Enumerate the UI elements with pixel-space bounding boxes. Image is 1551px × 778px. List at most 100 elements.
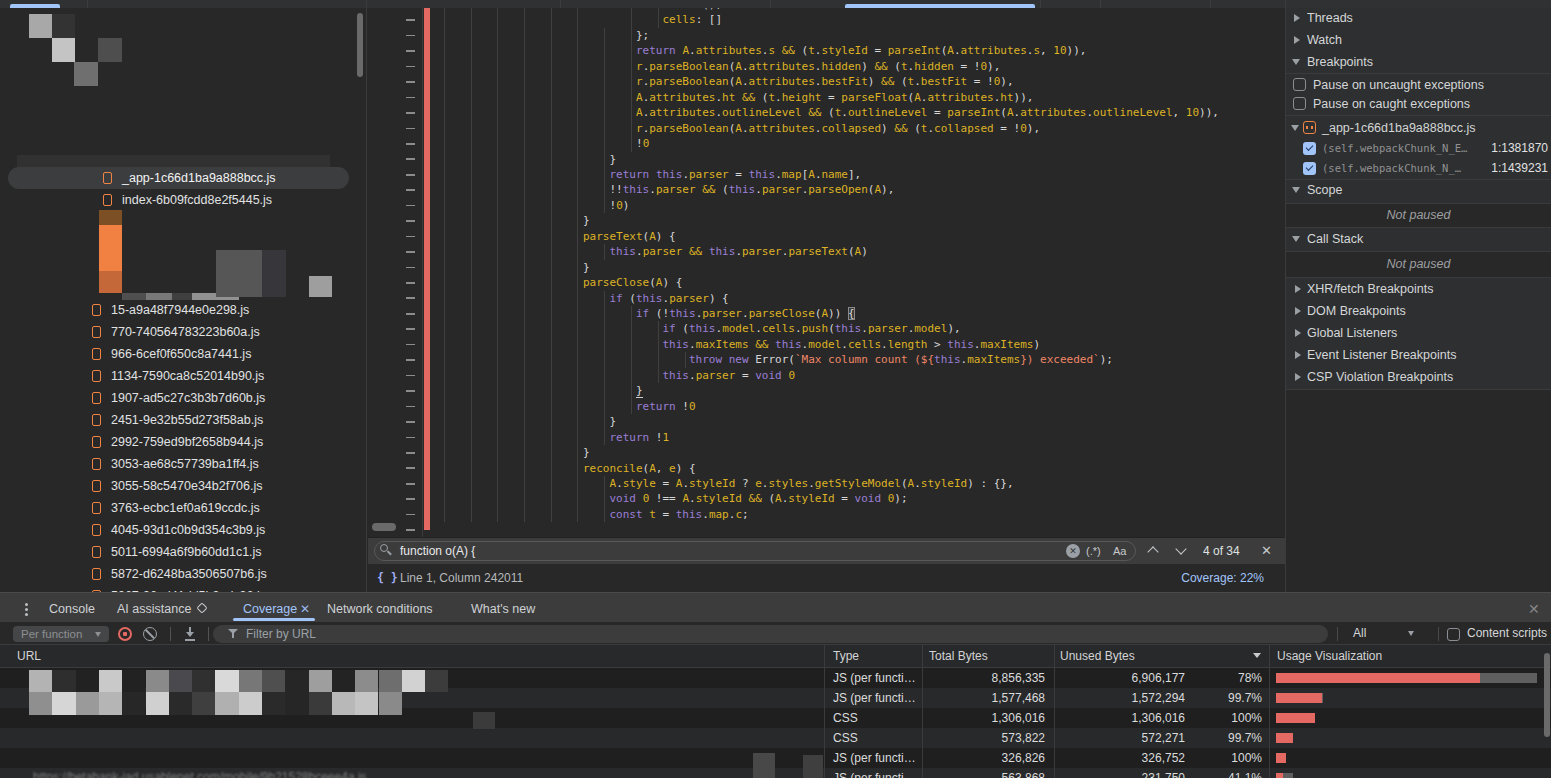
code-line: return A.attributes.s && (t.styleId = pa… xyxy=(636,43,1086,58)
code-line: this.maxItems && this.model.cells.length… xyxy=(663,337,1041,352)
file-item[interactable]: 4045-93d1c0b9d354c3b9.js xyxy=(111,519,265,541)
column-divider xyxy=(1269,644,1270,778)
clear-search-icon[interactable]: ✕ xyxy=(1066,544,1080,558)
drawer-menu-icon[interactable] xyxy=(25,603,28,606)
sidebar-item-event-listener-breakpoints[interactable]: Event Listener Breakpoints xyxy=(1307,344,1456,366)
collapse-icon[interactable] xyxy=(1292,236,1300,242)
file-item[interactable]: 5011-6994a6f9b60dd1c1.js xyxy=(111,541,262,563)
drawer-tab-ai-assistance[interactable]: AI assistance xyxy=(117,597,191,622)
file-item[interactable]: 1134-7590ca8c52014b90.js xyxy=(111,365,264,387)
expand-icon[interactable] xyxy=(1294,14,1300,22)
expand-icon[interactable] xyxy=(1294,36,1300,44)
collapse-icon[interactable] xyxy=(1292,59,1300,65)
pretty-print-icon[interactable]: { } xyxy=(377,564,398,592)
breakpoint-group-file[interactable]: _app-1c66d1ba9a888bcc.js xyxy=(1322,117,1476,139)
usage-bar-unused xyxy=(1276,733,1293,743)
file-item[interactable]: index-6b09fcdd8e2f5445.js xyxy=(122,189,272,211)
expand-icon[interactable] xyxy=(1295,285,1301,293)
cell-unused-bytes: 572,271 xyxy=(1065,728,1185,748)
collapse-icon[interactable] xyxy=(1292,187,1300,193)
code-line: !!this.parser && (this.parser.parseOpen(… xyxy=(610,182,895,197)
file-item[interactable]: 2992-759ed9bf2658b944.js xyxy=(111,431,263,453)
breakpoint-label[interactable]: (self.webpackChunk_N_E… xyxy=(1322,137,1467,159)
tab-separator xyxy=(1100,0,1101,8)
sidebar-item-breakpoints[interactable]: Breakpoints xyxy=(1307,51,1373,73)
pause-checkbox[interactable] xyxy=(1293,97,1306,110)
usage-bar-unused xyxy=(1276,693,1322,703)
expand-icon[interactable] xyxy=(1295,373,1301,381)
file-item[interactable]: _app-1c66d1ba9a888bcc.js xyxy=(122,167,276,189)
close-drawer-button[interactable]: ✕ xyxy=(1528,597,1540,622)
column-header-type[interactable]: Type xyxy=(833,644,859,668)
breakpoint-checkbox[interactable] xyxy=(1303,142,1316,155)
coverage-link[interactable]: Coverage: 22% xyxy=(1181,564,1264,592)
sidebar-section-call-stack[interactable]: Call Stack xyxy=(1307,228,1363,250)
file-item[interactable]: 15-a9a48f7944e0e298.js xyxy=(111,299,249,321)
collapse-icon[interactable] xyxy=(1291,125,1299,131)
redacted-block xyxy=(99,225,122,271)
clear-button[interactable] xyxy=(143,627,157,641)
sidebar-section-scope[interactable]: Scope xyxy=(1307,179,1342,201)
content-scripts-checkbox[interactable] xyxy=(1447,628,1460,641)
cell-type: JS (per functi… xyxy=(833,688,916,708)
toolbar-separator xyxy=(1337,627,1338,641)
redacted-url-block xyxy=(753,753,775,778)
cell-type: CSS xyxy=(833,728,858,748)
file-item[interactable]: 1907-ad5c27c3b3b7d60b.js xyxy=(111,387,265,409)
file-item[interactable]: 3053-ae68c57739ba1ff4.js xyxy=(111,453,259,475)
regex-toggle[interactable]: (.*) xyxy=(1086,538,1101,564)
column-header-usage-visualization[interactable]: Usage Visualization xyxy=(1277,644,1382,668)
file-item[interactable]: 770-740564783223b60a.js xyxy=(111,321,260,343)
table-row[interactable] xyxy=(0,748,1551,768)
toolbar-separator xyxy=(170,627,171,641)
cell-unused-pct: 99.7% xyxy=(1192,688,1262,708)
expand-icon[interactable] xyxy=(1295,351,1301,359)
usage-bar-unused xyxy=(1276,773,1283,778)
sidebar-item-watch[interactable]: Watch xyxy=(1307,29,1342,51)
redacted-url-block xyxy=(285,670,308,692)
sidebar-item-global-listeners[interactable]: Global Listeners xyxy=(1307,322,1397,344)
navigator-scrollbar-thumb[interactable] xyxy=(357,13,363,77)
file-item[interactable]: 3055-58c5470e34b2f706.js xyxy=(111,475,263,497)
match-case-toggle[interactable]: Aa xyxy=(1113,538,1126,564)
redacted-url-block xyxy=(355,692,378,715)
cell-total-bytes: 1,306,016 xyxy=(925,708,1045,728)
sidebar-item-csp-violation-breakpoints[interactable]: CSP Violation Breakpoints xyxy=(1307,366,1453,388)
line-number-dashes xyxy=(406,8,415,538)
previous-match-button[interactable] xyxy=(1147,546,1158,557)
drawer-tab-network-conditions[interactable]: Network conditions xyxy=(327,597,433,622)
code-line: } xyxy=(610,152,617,167)
sidebar-item-dom-breakpoints[interactable]: DOM Breakpoints xyxy=(1307,300,1406,322)
column-header-unused-bytes[interactable]: Unused Bytes xyxy=(1060,644,1135,668)
code-line: if (!this.parser.parseClose(A)) { xyxy=(636,306,855,321)
code-line: return this.parser = this.map[A.name], xyxy=(610,167,862,182)
next-match-button[interactable] xyxy=(1175,543,1186,554)
breakpoint-label[interactable]: (self.webpackChunk_N_… xyxy=(1322,157,1461,179)
expand-icon[interactable] xyxy=(1295,307,1301,315)
expand-icon[interactable] xyxy=(1295,329,1301,337)
sidebar-item-threads[interactable]: Threads xyxy=(1307,7,1353,29)
editor-hscrollbar-thumb[interactable] xyxy=(372,523,396,531)
drawer-tab-console[interactable]: Console xyxy=(49,597,95,622)
file-item[interactable]: 5872-d6248ba3506507b6.js xyxy=(111,563,267,585)
filter-input[interactable] xyxy=(213,625,1328,643)
file-item[interactable]: 2451-9e32b55d273f58ab.js xyxy=(111,409,263,431)
table-row[interactable] xyxy=(0,728,1551,748)
indent-guide xyxy=(658,8,659,28)
code-editor[interactable]: max: e(),cells: []};return A.attributes.… xyxy=(368,8,1286,538)
record-button[interactable] xyxy=(118,627,132,641)
file-item[interactable]: 966-6cef0f650c8a7441.js xyxy=(111,343,251,365)
close-search-button[interactable]: ✕ xyxy=(1261,538,1272,564)
search-input[interactable] xyxy=(374,541,1136,561)
drawer-scrollbar-thumb[interactable] xyxy=(1544,653,1550,737)
column-header-url[interactable]: URL xyxy=(17,644,41,668)
cell-total-bytes: 1,577,468 xyxy=(925,688,1045,708)
column-header-total-bytes[interactable]: Total Bytes xyxy=(929,644,988,668)
sidebar-item-xhr-fetch-breakpoints[interactable]: XHR/fetch Breakpoints xyxy=(1307,278,1433,300)
drawer-tab-what-s-new[interactable]: What's new xyxy=(471,597,535,622)
file-item[interactable]: 3763-ecbc1ef0a619ccdc.js xyxy=(111,497,260,519)
pause-checkbox[interactable] xyxy=(1293,78,1306,91)
download-button[interactable] xyxy=(183,627,197,641)
type-filter-dropdown[interactable]: All xyxy=(1353,622,1366,644)
breakpoint-checkbox[interactable] xyxy=(1303,162,1316,175)
